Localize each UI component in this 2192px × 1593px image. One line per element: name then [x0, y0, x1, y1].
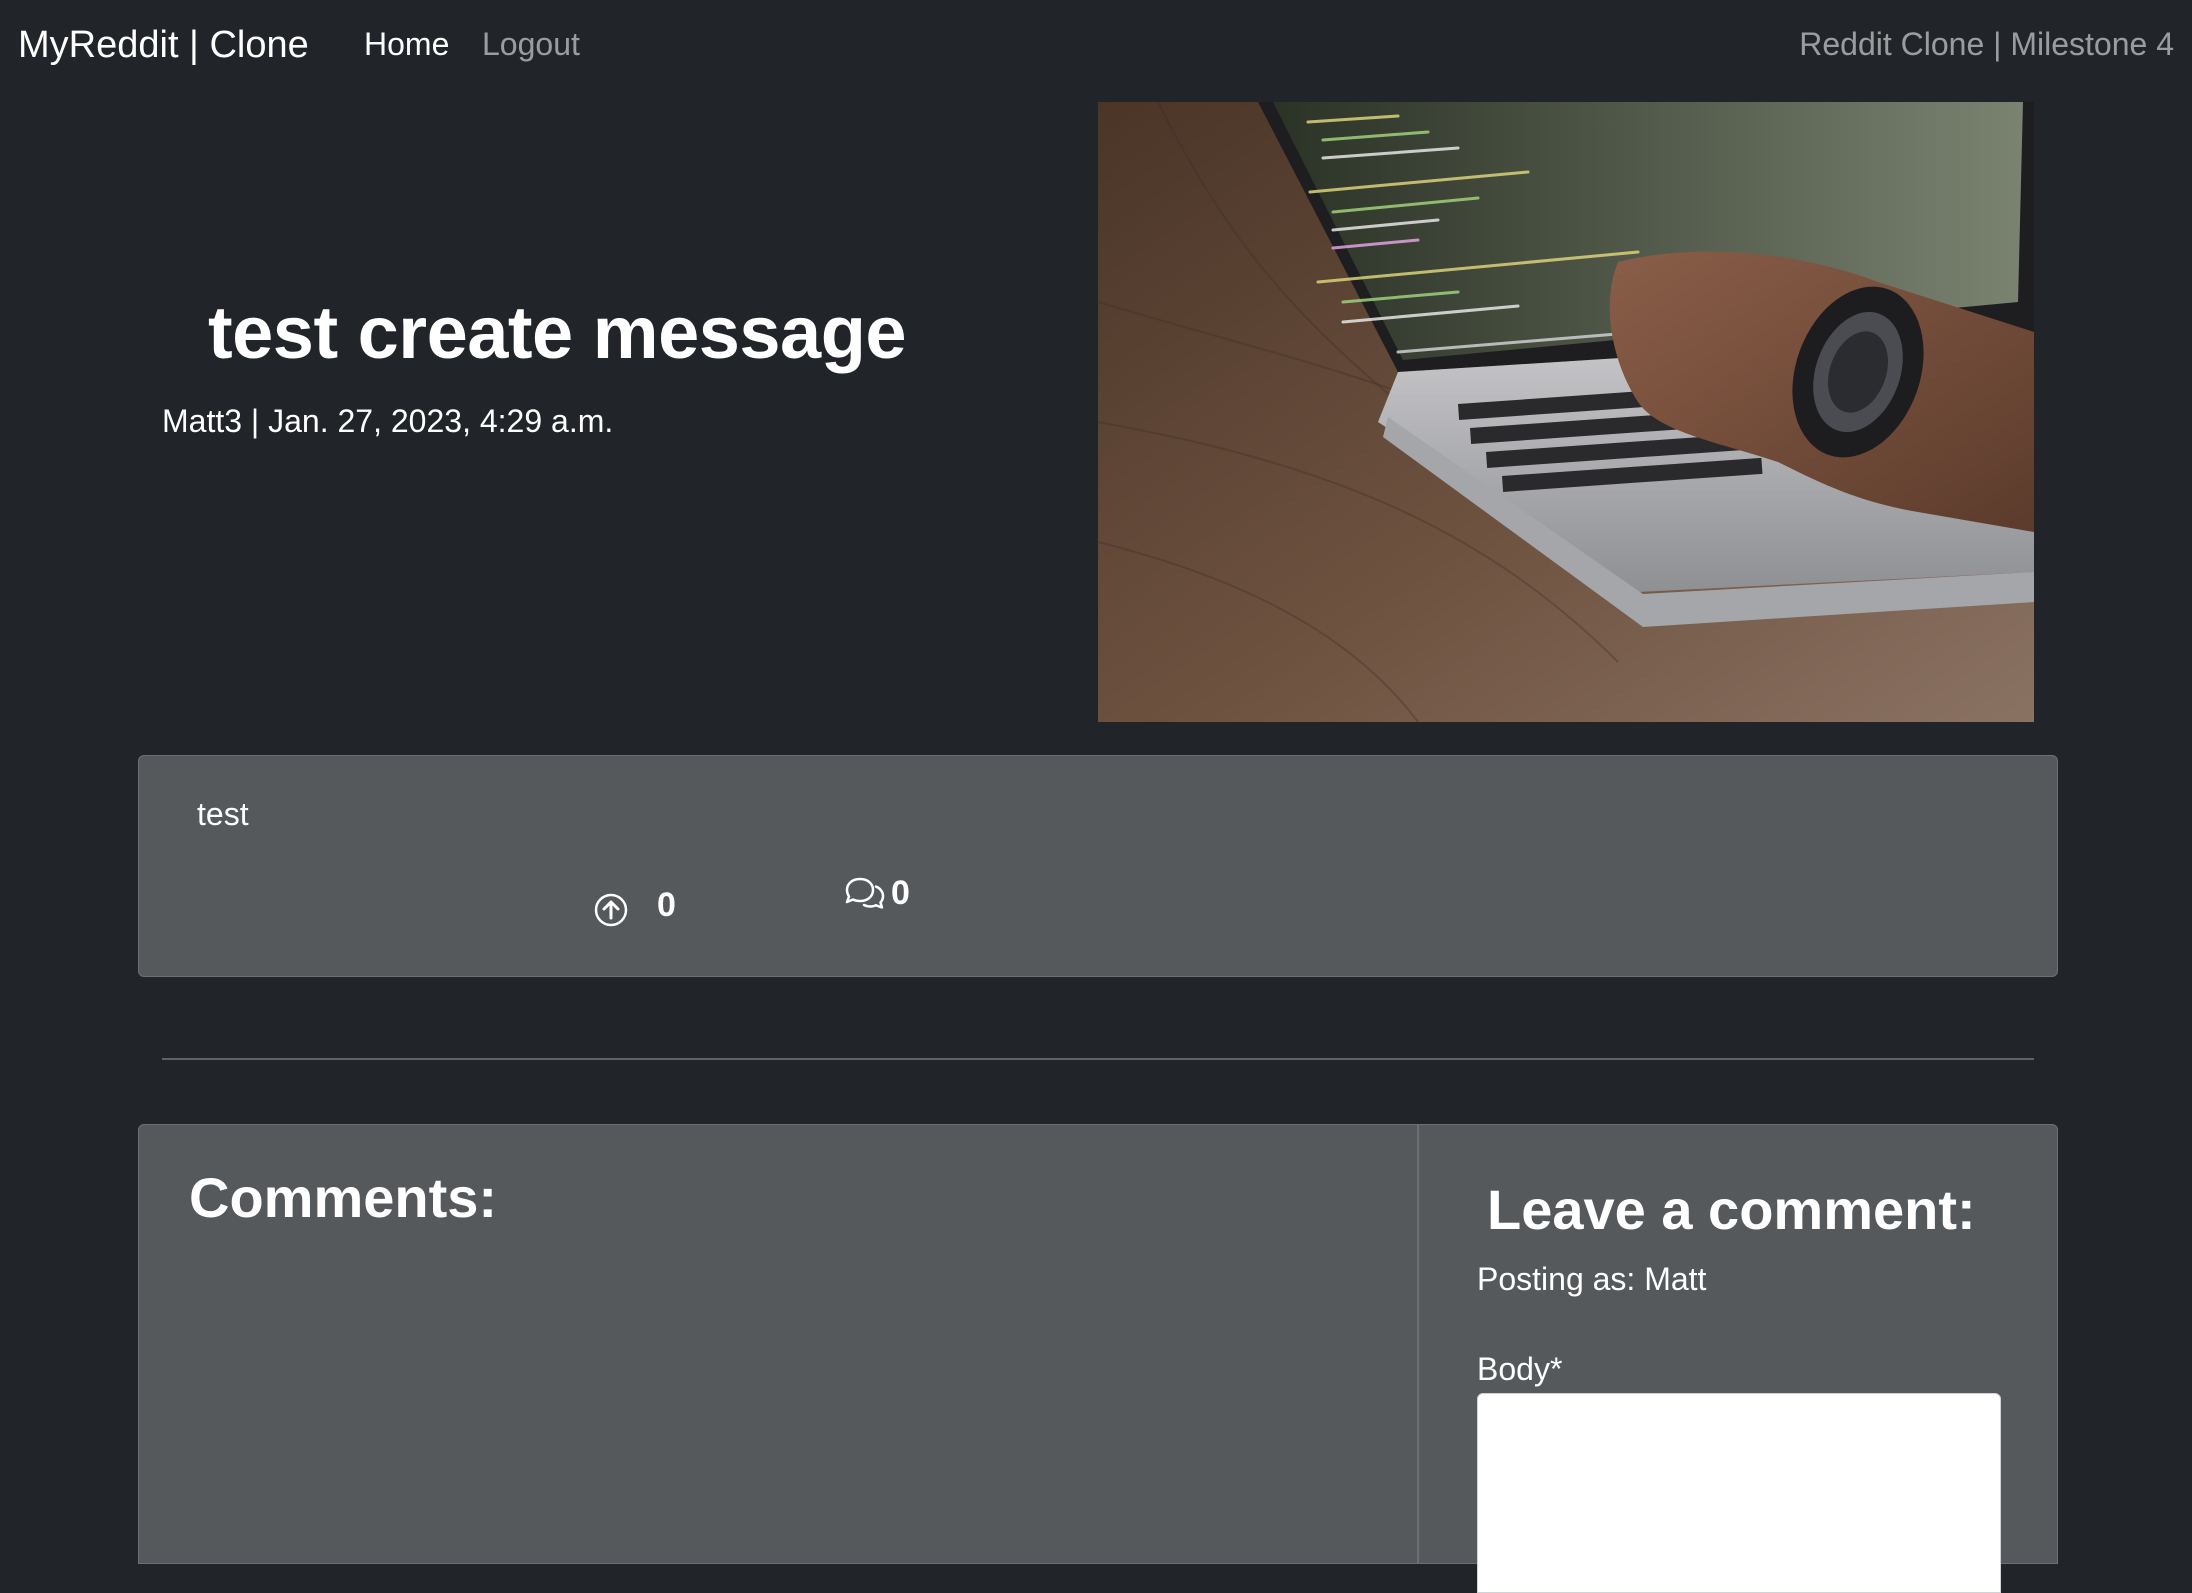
arrow-up-circle-icon[interactable] [593, 892, 629, 928]
post-title: test create message [208, 291, 907, 374]
brand-link[interactable]: MyReddit | Clone [18, 24, 309, 67]
chat-bubbles-icon[interactable] [843, 876, 887, 916]
body-field-label: Body* [1477, 1351, 1563, 1387]
posting-as-label: Posting as: Matt [1477, 1261, 1707, 1297]
navbar-right-text: Reddit Clone | Milestone 4 [1799, 26, 2174, 62]
nav-link-logout[interactable]: Logout [482, 26, 580, 63]
comment-form-card: Leave a comment: Posting as: Matt Body* [1418, 1124, 2058, 1593]
post-body: test [197, 796, 249, 832]
post-image [1098, 102, 2034, 722]
navbar: MyReddit | Clone Home Logout Reddit Clon… [0, 0, 2192, 96]
comment-form-heading: Leave a comment: [1487, 1178, 1976, 1241]
section-divider [162, 1058, 2034, 1060]
vote-count: 0 [657, 886, 676, 924]
post-card: test 0 0 [138, 755, 2058, 977]
post-meta: Matt3 | Jan. 27, 2023, 4:29 a.m. [162, 403, 614, 439]
comments-card: Comments: [138, 1124, 1418, 1564]
comment-count: 0 [891, 874, 910, 912]
nav-link-home[interactable]: Home [364, 26, 449, 63]
comment-body-input[interactable] [1477, 1393, 2001, 1593]
comments-heading: Comments: [189, 1166, 498, 1229]
